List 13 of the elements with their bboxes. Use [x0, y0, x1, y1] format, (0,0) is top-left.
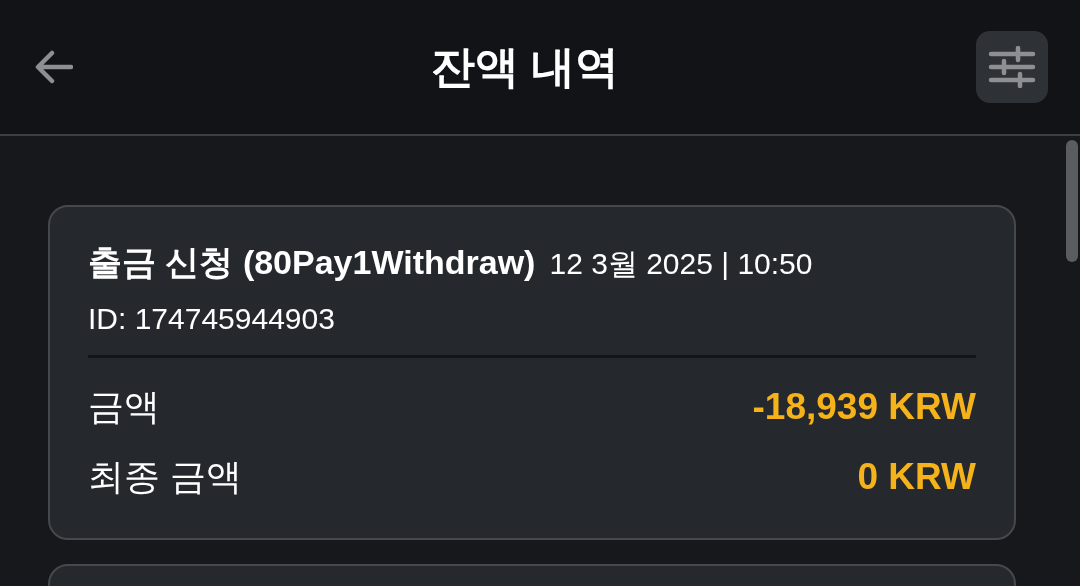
back-arrow-icon	[35, 50, 73, 84]
row-label: 최종 금액	[88, 455, 242, 499]
row-amount: 0 KRW	[857, 455, 976, 500]
sliders-icon	[988, 46, 1036, 88]
filter-button[interactable]	[976, 31, 1048, 103]
transaction-date: 12 3월 2025 | 10:50	[549, 246, 813, 282]
row-amount: -18,939 KRW	[752, 385, 976, 430]
transaction-card[interactable]: 출금 신청 (80Pay1Withdraw) 12 3월 2025 | 10:50 ID: 174745944903 금액 -18,939 KRW 최종 금액 0 KRW	[48, 205, 1016, 540]
transaction-title: 출금 신청 (80Pay1Withdraw)	[88, 242, 536, 283]
row-label: 금액	[88, 385, 160, 429]
transaction-id: ID: 174745944903	[88, 301, 336, 337]
scrollbar[interactable]	[1066, 140, 1078, 262]
page-title: 잔액 내역	[430, 41, 620, 93]
